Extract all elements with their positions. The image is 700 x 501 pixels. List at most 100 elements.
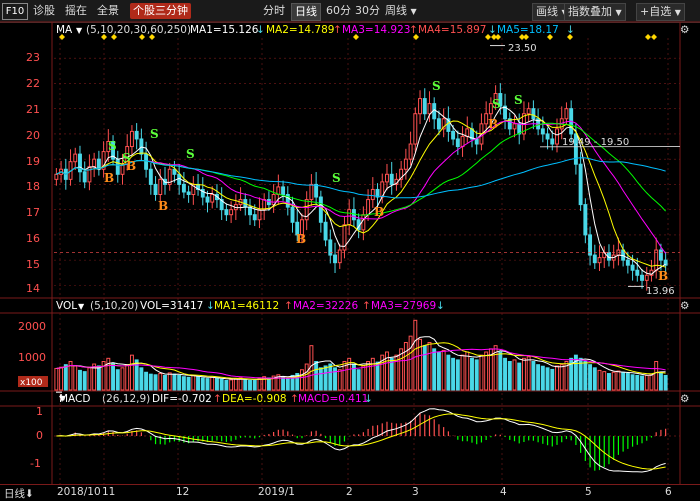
high-price-label: 23.50 <box>508 43 537 54</box>
volume-bar <box>338 370 341 390</box>
volume-bar <box>282 377 285 390</box>
volume-bar <box>504 358 507 390</box>
candle-body <box>154 184 157 194</box>
candle-body <box>135 131 138 139</box>
price-tick: 20 <box>26 129 40 142</box>
event-diamond-icon <box>485 34 491 40</box>
volume-bar <box>97 366 100 390</box>
volume-bar <box>560 365 563 390</box>
sell-signal: S <box>150 127 159 141</box>
axis-layer: 23 22 21 20 19 18 17 16 15 14 2000 1000 … <box>18 51 48 470</box>
volume-bar <box>390 358 393 390</box>
candle-body <box>565 109 568 119</box>
volume-bar <box>192 375 195 390</box>
volume-layer <box>55 320 667 390</box>
volume-bar <box>60 367 63 390</box>
event-diamond-icon <box>651 34 657 40</box>
period-label[interactable]: 日线⬇ <box>4 486 34 501</box>
candle-body <box>291 207 294 222</box>
candle-body <box>655 250 658 270</box>
volume-bar <box>480 355 483 390</box>
volume-bar <box>258 379 261 390</box>
volume-bar <box>551 369 554 390</box>
candle-body <box>645 275 648 280</box>
volume-bar <box>329 364 332 390</box>
volume-bar <box>471 358 474 390</box>
volume-bar <box>556 366 559 390</box>
candle-body <box>324 222 327 240</box>
vol-unit-label: x100 <box>20 378 43 388</box>
arrow-down-icon: ⬇ <box>25 488 34 500</box>
candle-body <box>258 210 261 220</box>
date-label: 11 <box>102 486 115 498</box>
candle-body <box>419 99 422 114</box>
volume-bar <box>244 379 247 390</box>
volume-bar <box>645 375 648 390</box>
candle-body <box>121 164 124 174</box>
date-label: 2018/10 <box>57 486 101 498</box>
candle-body <box>532 109 535 119</box>
volume-bar <box>475 360 478 390</box>
candle-body <box>55 174 58 179</box>
event-diamond-icon <box>101 34 107 40</box>
volume-bar <box>376 362 379 390</box>
candle-body <box>334 255 337 263</box>
volume-bar <box>234 379 237 390</box>
volume-bar <box>230 380 233 390</box>
volume-bar <box>371 358 374 390</box>
volume-bar <box>286 378 289 390</box>
volume-bar <box>206 379 209 390</box>
volume-bar <box>447 355 450 390</box>
volume-bar <box>461 355 464 390</box>
volume-bar <box>433 349 436 390</box>
volume-bar <box>522 358 525 390</box>
candle-body <box>659 250 662 260</box>
buy-signal: B <box>158 199 168 213</box>
event-diamond-icon <box>567 34 573 40</box>
event-diamond-icon <box>149 34 155 40</box>
candle-body <box>149 169 152 184</box>
price-tick: 22 <box>26 77 40 90</box>
volume-bar <box>130 355 133 390</box>
candle-body <box>348 210 351 225</box>
event-diamond-icon <box>523 34 529 40</box>
candle-body <box>367 200 370 215</box>
candle-body <box>404 159 407 169</box>
volume-bar <box>173 374 176 390</box>
candle-body <box>631 265 634 270</box>
volume-bar <box>598 370 601 390</box>
date-label: 2019/1 <box>258 486 295 498</box>
volume-bar <box>617 371 620 390</box>
macd-dif-line <box>56 409 665 472</box>
candle-body <box>310 184 313 199</box>
buy-signal: B <box>658 269 668 283</box>
volume-bar <box>300 370 303 390</box>
stock-chart[interactable]: 23 22 21 20 19 18 17 16 15 14 2000 1000 … <box>0 0 700 484</box>
volume-bar <box>319 368 322 390</box>
volume-bar <box>121 368 124 390</box>
candle-body <box>461 136 464 146</box>
volume-bar <box>88 368 91 390</box>
volume-bar <box>650 374 653 390</box>
buy-signal: B <box>488 117 498 131</box>
volume-bar <box>456 360 459 390</box>
volume-bar <box>499 352 502 390</box>
date-label: 2 <box>346 486 353 498</box>
macd-tick: -1 <box>30 457 41 470</box>
ma5-line <box>56 107 665 274</box>
date-label: 6 <box>665 486 672 498</box>
candle-body <box>225 210 228 215</box>
volume-bar <box>64 365 67 390</box>
price-tick: 16 <box>26 232 40 245</box>
volume-bar <box>437 352 440 390</box>
candle-body <box>159 179 162 194</box>
volume-bar <box>253 381 256 391</box>
candle-body <box>551 139 554 144</box>
candle-body <box>116 159 119 174</box>
sell-signal: S <box>332 171 341 185</box>
volume-bar <box>532 362 535 391</box>
candle-body <box>97 159 100 169</box>
sell-signal: S <box>432 79 441 93</box>
candle-body <box>230 210 233 215</box>
volume-bar <box>452 358 455 390</box>
